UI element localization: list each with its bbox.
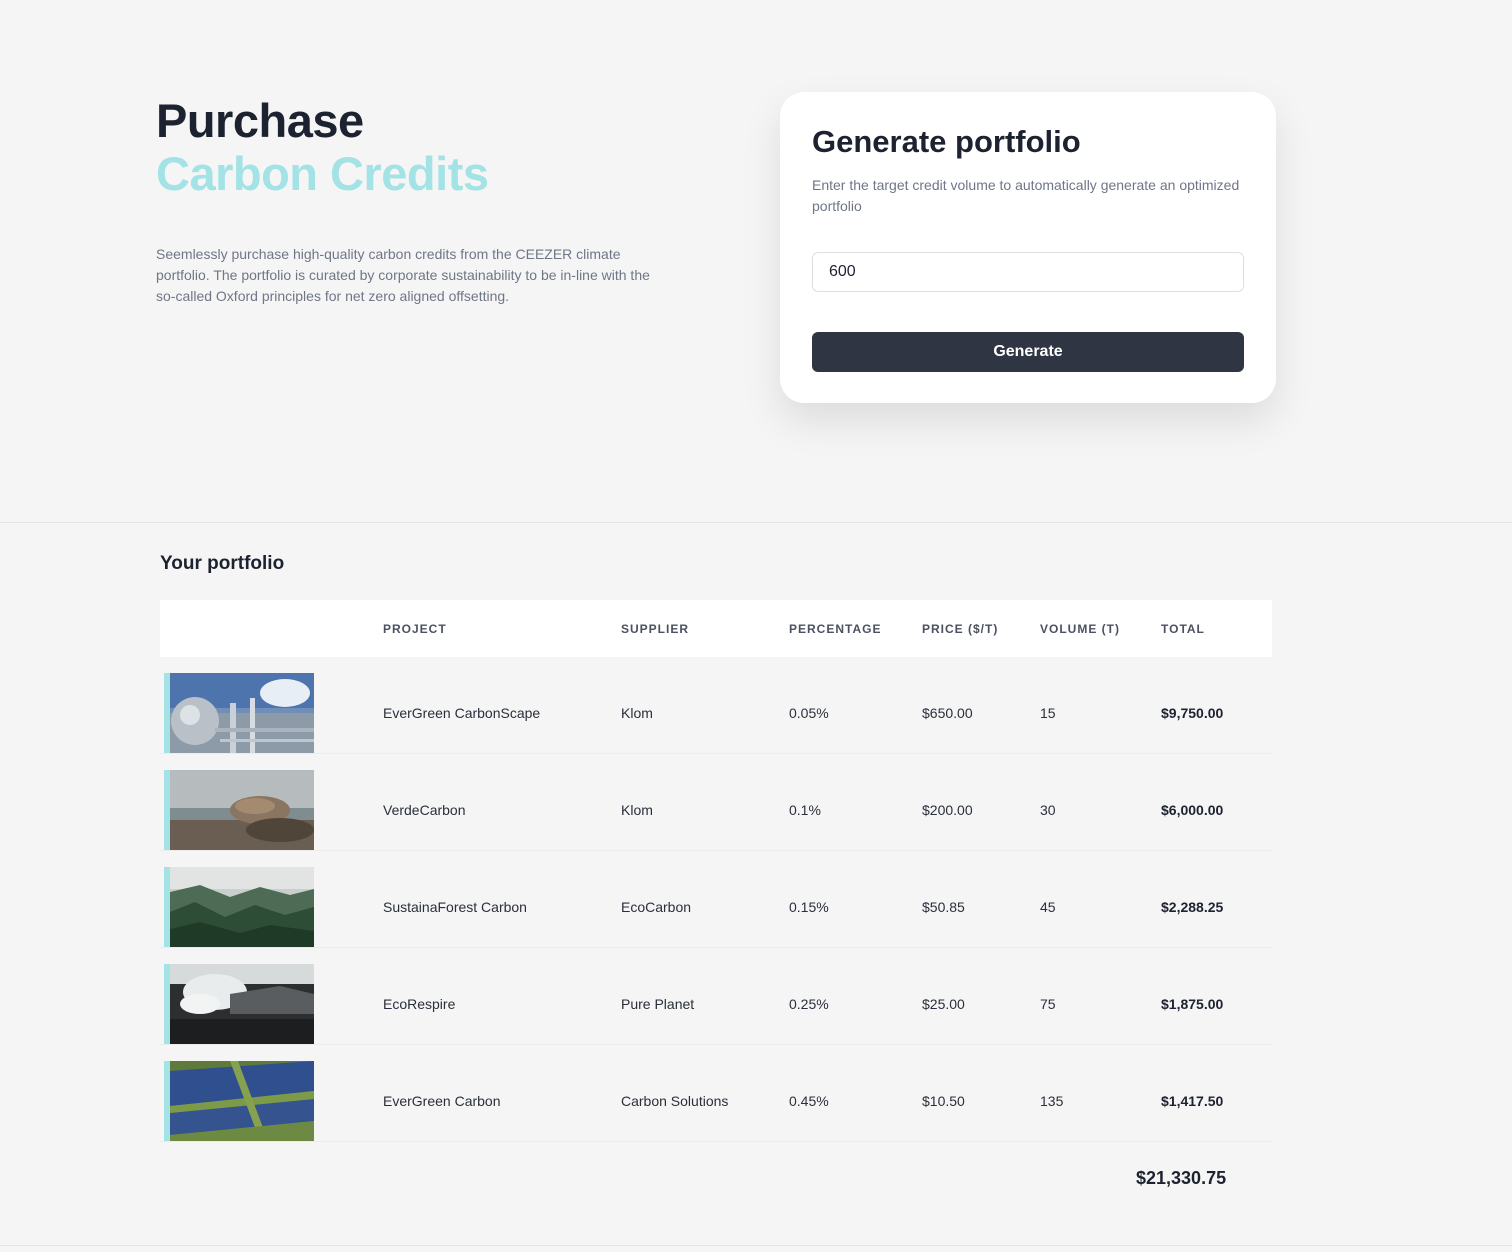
row-total: $2,288.25 xyxy=(1161,898,1224,915)
table-row[interactable]: EcoRespire Pure Planet 0.25% $25.00 75 $… xyxy=(160,948,1272,1045)
supplier-name: EcoCarbon xyxy=(621,898,692,915)
price-value: $10.50 xyxy=(922,1092,965,1109)
column-header-project[interactable]: PROJECT xyxy=(383,622,447,636)
row-total: $1,417.50 xyxy=(1161,1092,1224,1109)
table-row[interactable]: VerdeCarbon Klom 0.1% $200.00 30 $6,000.… xyxy=(160,754,1272,851)
supplier-name: Klom xyxy=(621,704,653,721)
project-image-volcanic-steam xyxy=(164,964,314,1044)
volume-value: 135 xyxy=(1040,1092,1064,1109)
volume-value: 45 xyxy=(1040,898,1056,915)
page-title-accent: Carbon Credits xyxy=(156,147,489,200)
price-value: $650.00 xyxy=(922,704,973,721)
project-name: EverGreen CarbonScape xyxy=(383,704,541,721)
column-header-total[interactable]: TOTAL xyxy=(1161,622,1205,636)
project-name: VerdeCarbon xyxy=(383,801,466,818)
percentage-value: 0.05% xyxy=(789,704,829,721)
generate-portfolio-card: Generate portfolio Enter the target cred… xyxy=(780,92,1276,403)
hero-section: Purchase Carbon Credits Seemlessly purch… xyxy=(0,0,1512,523)
price-value: $50.85 xyxy=(922,898,965,915)
percentage-value: 0.1% xyxy=(789,801,821,818)
percentage-value: 0.15% xyxy=(789,898,829,915)
table-row[interactable]: SustainaForest Carbon EcoCarbon 0.15% $5… xyxy=(160,851,1272,948)
supplier-name: Pure Planet xyxy=(621,995,695,1012)
supplier-name: Carbon Solutions xyxy=(621,1092,729,1109)
column-header-percentage[interactable]: PERCENTAGE xyxy=(789,622,881,636)
percentage-value: 0.45% xyxy=(789,1092,829,1109)
card-title: Generate portfolio xyxy=(812,124,1081,159)
percentage-value: 0.25% xyxy=(789,995,829,1012)
hero-intro: Purchase Carbon Credits Seemlessly purch… xyxy=(156,94,656,307)
portfolio-section: Your portfolio PROJECT SUPPLIER PERCENTA… xyxy=(160,552,1272,1188)
volume-value: 75 xyxy=(1040,995,1056,1012)
project-image-solar-field xyxy=(164,1061,314,1141)
price-value: $200.00 xyxy=(922,801,973,818)
volume-value: 30 xyxy=(1040,801,1056,818)
column-header-supplier[interactable]: SUPPLIER xyxy=(621,622,689,636)
table-row[interactable]: EverGreen Carbon Carbon Solutions 0.45% … xyxy=(160,1045,1272,1142)
portfolio-table: PROJECT SUPPLIER PERCENTAGE PRICE ($/T) … xyxy=(160,600,1272,1142)
price-value: $25.00 xyxy=(922,995,965,1012)
card-description: Enter the target credit volume to automa… xyxy=(812,177,1240,214)
project-image-coastal-rock xyxy=(164,770,314,850)
row-total: $1,875.00 xyxy=(1161,995,1224,1012)
volume-value: 15 xyxy=(1040,704,1056,721)
grand-total: $21,330.75 xyxy=(1136,1168,1227,1188)
row-total: $6,000.00 xyxy=(1161,801,1224,818)
hero-description: Seemlessly purchase high-quality carbon … xyxy=(156,246,650,304)
page-title: Purchase xyxy=(156,94,364,147)
target-volume-input[interactable] xyxy=(812,252,1244,292)
column-header-volume[interactable]: VOLUME (T) xyxy=(1040,622,1120,636)
table-header: PROJECT SUPPLIER PERCENTAGE PRICE ($/T) … xyxy=(160,600,1272,657)
portfolio-title: Your portfolio xyxy=(160,553,285,574)
project-name: SustainaForest Carbon xyxy=(383,898,527,915)
table-row[interactable]: EverGreen CarbonScape Klom 0.05% $650.00… xyxy=(160,657,1272,754)
project-image-industrial-plant xyxy=(164,673,314,753)
project-name: EcoRespire xyxy=(383,995,456,1012)
project-image-misty-forest xyxy=(164,867,314,947)
row-total: $9,750.00 xyxy=(1161,704,1224,721)
project-name: EverGreen Carbon xyxy=(383,1092,501,1109)
column-header-price[interactable]: PRICE ($/T) xyxy=(922,622,998,636)
generate-button[interactable]: Generate xyxy=(812,332,1244,372)
divider xyxy=(0,1245,1512,1246)
supplier-name: Klom xyxy=(621,801,653,818)
